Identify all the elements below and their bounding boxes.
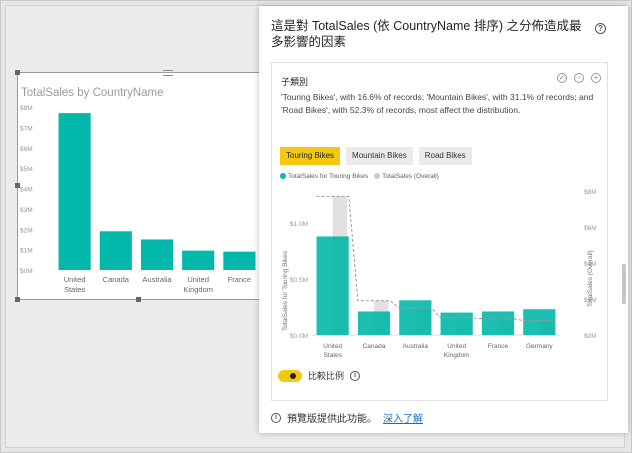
toggle-knob <box>290 372 296 379</box>
drag-grip-icon[interactable] <box>163 70 173 76</box>
x-tick-label: United <box>447 343 466 350</box>
y-left-axis-label: TotalSales for Touring Bikes <box>282 250 289 331</box>
y-tick-label: $5M <box>20 166 33 173</box>
x-tick-label: Australia <box>142 275 172 284</box>
filter-button-touring-bikes[interactable]: Touring Bikes <box>280 147 341 165</box>
touring-bar <box>316 236 349 335</box>
learn-more-link[interactable]: 深入了解 <box>383 410 423 425</box>
y-tick-label: $1M <box>20 248 33 255</box>
bar <box>58 113 91 270</box>
y-right-tick-label: $8M <box>584 189 597 196</box>
y-tick-label: $2M <box>20 227 33 234</box>
insight-card: 子類別 ✓ ◦ + 'Touring Bikes', with 16.6% of… <box>271 62 608 401</box>
x-tick-label: Kingdom <box>444 352 470 359</box>
comment-icon[interactable]: ◦ <box>574 73 584 83</box>
x-tick-label: France <box>228 275 251 284</box>
info-icon[interactable]: i <box>350 370 361 381</box>
resize-handle[interactable] <box>15 70 20 75</box>
thumbs-up-icon[interactable]: ✓ <box>557 73 567 83</box>
y-left-tick-label: $1.0M <box>290 221 308 228</box>
chart-legend: TotalSales for Touring Bikes TotalSales … <box>280 173 439 180</box>
y-tick-label: $0M <box>20 268 33 275</box>
scrollbar[interactable] <box>622 264 626 304</box>
bar <box>223 251 256 270</box>
bar <box>140 239 174 270</box>
x-tick-label: States <box>323 352 342 359</box>
x-tick-label: States <box>64 285 86 294</box>
legend-label: TotalSales (Overall) <box>382 173 439 180</box>
x-tick-label: France <box>488 343 509 350</box>
info-icon: i <box>271 412 281 423</box>
touring-bar <box>523 309 556 335</box>
analysis-panel: 這是對 TotalSales (依 CountryName 排序) 之分佈造成最… <box>259 6 628 433</box>
y-tick-label: $8M <box>20 105 33 112</box>
x-tick-label: United <box>187 275 209 284</box>
card-heading: 子類別 <box>281 77 309 87</box>
y-tick-label: $7M <box>20 125 33 132</box>
resize-handle[interactable] <box>15 183 20 188</box>
bar <box>99 231 132 270</box>
y-left-tick-label: $0.0M <box>290 333 308 340</box>
filter-button-road-bikes[interactable]: Road Bikes <box>418 147 472 165</box>
resize-handle[interactable] <box>136 297 141 302</box>
legend-dot <box>280 173 286 179</box>
y-right-tick-label: $6M <box>584 225 597 232</box>
legend-dot <box>374 173 381 179</box>
help-icon[interactable]: ? <box>595 23 606 34</box>
y-left-tick-label: $0.5M <box>290 277 308 284</box>
y-right-tick-label: $0M <box>584 333 597 340</box>
touring-bar <box>357 311 391 335</box>
x-tick-label: Kingdom <box>183 285 213 294</box>
touring-bar <box>399 300 432 335</box>
filter-button-mountain-bikes[interactable]: Mountain Bikes <box>346 147 413 165</box>
bar <box>182 250 215 270</box>
add-icon[interactable]: + <box>591 73 601 83</box>
left-bar-chart: $0M$1M$2M$3M$4M$5M$6M$7M$8MUnitedStatesC… <box>20 105 256 294</box>
toggle-label: 比較比例 <box>308 371 345 381</box>
panel-title: 這是對 TotalSales (依 CountryName 排序) 之分佈造成最… <box>271 19 582 49</box>
overall-outline <box>316 195 556 322</box>
x-tick-label: Germany <box>526 343 553 350</box>
x-tick-label: Australia <box>403 343 429 350</box>
resize-handle[interactable] <box>15 297 20 302</box>
x-tick-label: United <box>64 275 86 284</box>
y-tick-label: $6M <box>20 146 33 153</box>
y-right-axis-label: TotalSales (Overall) <box>587 250 594 307</box>
touring-bar <box>481 311 515 335</box>
preview-notice: 預覽版提供此功能。 <box>287 414 377 425</box>
legend-item: TotalSales (Overall) <box>374 173 439 180</box>
insight-description: 'Touring Bikes', with 16.6% of records; … <box>281 92 594 115</box>
y-tick-label: $4M <box>20 187 33 194</box>
legend-item: TotalSales for Touring Bikes <box>280 173 368 180</box>
countryname-bar-chart-visual[interactable]: TotalSales by CountryName $0M $1M $2M $3M $4… <box>15 70 265 302</box>
x-tick-label: Canada <box>103 275 130 284</box>
touring-bar <box>440 312 473 335</box>
y-tick-label: $3M <box>20 207 33 214</box>
legend-label: TotalSales for Touring Bikes <box>288 173 369 180</box>
x-tick-label: United <box>323 343 342 350</box>
compare-proportion-toggle[interactable] <box>278 369 302 382</box>
comparison-bar-chart: $0.0M$0.5M$1.0M$0M$2M$4M$6M$8MTotalSales… <box>282 189 597 359</box>
x-tick-label: Canada <box>363 343 386 350</box>
